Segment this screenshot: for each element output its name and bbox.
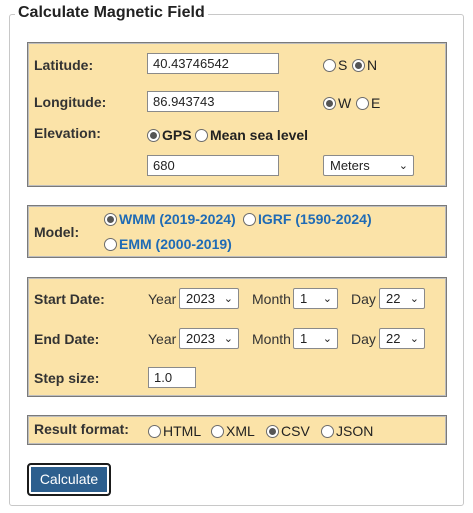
chevron-down-icon: ⌄ bbox=[409, 333, 419, 345]
start-month-label: Month bbox=[252, 291, 291, 307]
elevation-unit-select[interactable]: Meters ⌄ bbox=[323, 155, 414, 176]
calculate-button[interactable]: Calculate bbox=[27, 463, 111, 496]
latitude-label: Latitude: bbox=[34, 57, 94, 73]
end-year-select[interactable]: 2023 ⌄ bbox=[179, 328, 239, 349]
chevron-down-icon: ⌄ bbox=[409, 293, 419, 305]
elevation-label: Elevation: bbox=[34, 125, 101, 141]
lat-hemisphere-n[interactable]: N bbox=[352, 57, 377, 73]
end-day-value: 22 bbox=[386, 331, 401, 346]
end-year-label: Year bbox=[148, 331, 177, 347]
elevation-unit-value: Meters bbox=[330, 158, 370, 173]
model-emm-option[interactable]: EMM (2000-2019) bbox=[104, 236, 232, 252]
elevation-msl-option[interactable]: Mean sea level bbox=[195, 127, 308, 143]
end-month-label: Month bbox=[252, 331, 291, 347]
radio-html-icon bbox=[148, 425, 161, 438]
start-year-value: 2023 bbox=[186, 291, 215, 306]
end-day-select[interactable]: 22 ⌄ bbox=[379, 328, 425, 349]
form-legend: Calculate Magnetic Field bbox=[15, 4, 208, 22]
latitude-input[interactable]: 40.43746542 bbox=[147, 53, 279, 74]
start-month-select[interactable]: 1 ⌄ bbox=[293, 288, 338, 309]
end-day-label: Day bbox=[351, 331, 376, 347]
start-month-value: 1 bbox=[300, 291, 308, 306]
radio-csv-icon bbox=[266, 425, 279, 438]
format-json-option[interactable]: JSON bbox=[321, 423, 373, 439]
lon-hemisphere-w[interactable]: W bbox=[323, 95, 351, 111]
end-date-label: End Date: bbox=[34, 331, 100, 347]
lat-hemisphere-s[interactable]: S bbox=[323, 57, 347, 73]
radio-json-icon bbox=[321, 425, 334, 438]
chevron-down-icon: ⌄ bbox=[223, 333, 233, 345]
radio-w-icon bbox=[323, 97, 336, 110]
model-label: Model: bbox=[34, 224, 80, 240]
radio-n-icon bbox=[352, 59, 365, 72]
model-igrf-option[interactable]: IGRF (1590-2024) bbox=[243, 211, 372, 227]
end-year-value: 2023 bbox=[186, 331, 215, 346]
location-panel: Latitude: 40.43746542 S N Longitude: 86.… bbox=[27, 42, 447, 187]
model-wmm-option[interactable]: WMM (2019-2024) bbox=[104, 211, 236, 227]
start-date-label: Start Date: bbox=[34, 291, 105, 307]
format-xml-option[interactable]: XML bbox=[211, 423, 255, 439]
radio-msl-icon bbox=[195, 129, 208, 142]
longitude-input[interactable]: 86.943743 bbox=[147, 91, 279, 112]
step-size-label: Step size: bbox=[34, 370, 100, 386]
elevation-input[interactable]: 680 bbox=[147, 155, 279, 176]
chevron-down-icon: ⌄ bbox=[223, 293, 233, 305]
elevation-gps-option[interactable]: GPS bbox=[147, 127, 192, 143]
start-day-value: 22 bbox=[386, 291, 401, 306]
radio-s-icon bbox=[323, 59, 336, 72]
dates-panel: Start Date: Year 2023 ⌄ Month 1 ⌄ Day 22 ⌄ … bbox=[27, 277, 447, 397]
radio-e-icon bbox=[356, 97, 369, 110]
end-month-value: 1 bbox=[300, 331, 308, 346]
start-year-select[interactable]: 2023 ⌄ bbox=[179, 288, 239, 309]
radio-igrf-icon bbox=[243, 213, 256, 226]
chevron-down-icon: ⌄ bbox=[398, 160, 408, 172]
result-format-label: Result format: bbox=[34, 421, 129, 437]
start-day-select[interactable]: 22 ⌄ bbox=[379, 288, 425, 309]
format-html-option[interactable]: HTML bbox=[148, 423, 201, 439]
chevron-down-icon: ⌄ bbox=[322, 333, 332, 345]
chevron-down-icon: ⌄ bbox=[322, 293, 332, 305]
lon-hemisphere-e[interactable]: E bbox=[356, 95, 380, 111]
format-csv-option[interactable]: CSV bbox=[266, 423, 310, 439]
start-day-label: Day bbox=[351, 291, 376, 307]
radio-emm-icon bbox=[104, 238, 117, 251]
radio-gps-icon bbox=[147, 129, 160, 142]
end-month-select[interactable]: 1 ⌄ bbox=[293, 328, 338, 349]
start-year-label: Year bbox=[148, 291, 177, 307]
radio-wmm-icon bbox=[104, 213, 117, 226]
result-format-panel: Result format: HTML XML CSV JSON bbox=[27, 415, 447, 445]
step-size-input[interactable]: 1.0 bbox=[148, 367, 196, 388]
radio-xml-icon bbox=[211, 425, 224, 438]
longitude-label: Longitude: bbox=[34, 94, 107, 110]
model-panel: Model: WMM (2019-2024) IGRF (1590-2024) … bbox=[27, 205, 447, 258]
